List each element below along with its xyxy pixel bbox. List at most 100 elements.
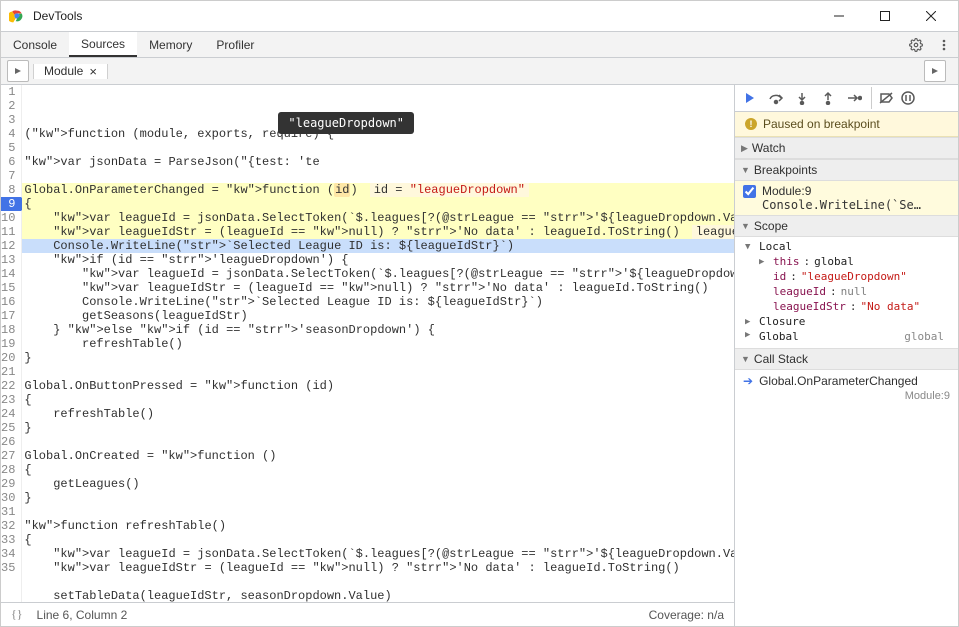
- line-number[interactable]: 19: [1, 337, 21, 351]
- line-number[interactable]: 22: [1, 379, 21, 393]
- line-number[interactable]: 21: [1, 365, 21, 379]
- line-number[interactable]: 3: [1, 113, 21, 127]
- tab-console[interactable]: Console: [1, 32, 69, 57]
- line-number[interactable]: 14: [1, 267, 21, 281]
- code-line[interactable]: "kw">var leagueIdStr = (leagueId == "kw"…: [22, 225, 734, 239]
- line-number[interactable]: 15: [1, 281, 21, 295]
- watch-section-header[interactable]: ▶ Watch: [735, 137, 958, 159]
- code-line[interactable]: [22, 505, 734, 519]
- code-line[interactable]: "kw">var jsonData = ParseJson("{test: 't…: [22, 155, 734, 169]
- code-line[interactable]: } "kw">else "kw">if (id == "strr">'seaso…: [22, 323, 734, 337]
- scope-global[interactable]: ▶Globalglobal: [741, 329, 952, 344]
- code-line[interactable]: "kw">if (id == "strr">'leagueDropdown') …: [22, 253, 734, 267]
- minimize-button[interactable]: [816, 1, 862, 31]
- code-line[interactable]: Console.WriteLine("str">`Selected League…: [22, 239, 734, 253]
- step-into-button[interactable]: [791, 87, 813, 109]
- code-line[interactable]: getLeagues(): [22, 477, 734, 491]
- step-button[interactable]: [843, 87, 865, 109]
- code-line[interactable]: "kw">var leagueId = jsonData.SelectToken…: [22, 267, 734, 281]
- line-number[interactable]: 5: [1, 141, 21, 155]
- tab-profiler[interactable]: Profiler: [204, 32, 266, 57]
- code-line[interactable]: "kw">function refreshTable(): [22, 519, 734, 533]
- code-line[interactable]: [22, 141, 734, 155]
- line-number[interactable]: 17: [1, 309, 21, 323]
- line-number[interactable]: 33: [1, 533, 21, 547]
- maximize-button[interactable]: [862, 1, 908, 31]
- pause-on-exceptions-button[interactable]: [897, 87, 919, 109]
- code-line[interactable]: }: [22, 351, 734, 365]
- line-number[interactable]: 12: [1, 239, 21, 253]
- code-line[interactable]: Console.WriteLine("str">`Selected League…: [22, 295, 734, 309]
- line-number[interactable]: 24: [1, 407, 21, 421]
- line-number[interactable]: 35: [1, 561, 21, 575]
- code-line[interactable]: [22, 365, 734, 379]
- code-line[interactable]: Global.OnButtonPressed = "kw">function (…: [22, 379, 734, 393]
- code-line[interactable]: {: [22, 463, 734, 477]
- run-snippet-button[interactable]: [924, 60, 946, 82]
- line-number[interactable]: 31: [1, 505, 21, 519]
- callstack-frame[interactable]: ➔Global.OnParameterChanged Module:9: [735, 370, 958, 406]
- line-number[interactable]: 7: [1, 169, 21, 183]
- more-icon[interactable]: [930, 32, 958, 57]
- step-over-button[interactable]: [765, 87, 787, 109]
- line-number[interactable]: 13: [1, 253, 21, 267]
- line-number[interactable]: 23: [1, 393, 21, 407]
- code-line[interactable]: "kw">var leagueId = jsonData.SelectToken…: [22, 547, 734, 561]
- line-number[interactable]: 8: [1, 183, 21, 197]
- line-number[interactable]: 28: [1, 463, 21, 477]
- breakpoints-section-header[interactable]: ▼ Breakpoints: [735, 159, 958, 181]
- line-number[interactable]: 29: [1, 477, 21, 491]
- tab-memory[interactable]: Memory: [137, 32, 204, 57]
- code-line[interactable]: }: [22, 421, 734, 435]
- line-number[interactable]: 26: [1, 435, 21, 449]
- line-number[interactable]: 11: [1, 225, 21, 239]
- line-number[interactable]: 34: [1, 547, 21, 561]
- line-number[interactable]: 6: [1, 155, 21, 169]
- line-number[interactable]: 18: [1, 323, 21, 337]
- breakpoint-checkbox[interactable]: [743, 185, 756, 198]
- scope-closure[interactable]: ▶Closure: [741, 314, 952, 329]
- pretty-print-icon[interactable]: {}: [11, 607, 23, 622]
- file-tab-module[interactable]: Module ×: [33, 64, 108, 79]
- code-line[interactable]: setTableData(leagueIdStr, seasonDropdown…: [22, 589, 734, 602]
- code-line[interactable]: {: [22, 393, 734, 407]
- step-out-button[interactable]: [817, 87, 839, 109]
- code-line[interactable]: Global.OnParameterChanged = "kw">functio…: [22, 183, 734, 197]
- line-number[interactable]: 20: [1, 351, 21, 365]
- code-line[interactable]: refreshTable(): [22, 337, 734, 351]
- code-line[interactable]: {: [22, 197, 734, 211]
- code-line[interactable]: }: [22, 491, 734, 505]
- close-tab-icon[interactable]: ×: [89, 64, 97, 79]
- code-line[interactable]: "kw">var leagueId = jsonData.SelectToken…: [22, 211, 734, 225]
- line-number[interactable]: 1: [1, 85, 21, 99]
- scope-section-header[interactable]: ▼ Scope: [735, 215, 958, 237]
- settings-icon[interactable]: [902, 32, 930, 57]
- code-line[interactable]: getSeasons(leagueIdStr): [22, 309, 734, 323]
- line-number[interactable]: 25: [1, 421, 21, 435]
- deactivate-breakpoints-button[interactable]: [871, 87, 893, 109]
- callstack-section-header[interactable]: ▼ Call Stack: [735, 348, 958, 370]
- scope-this[interactable]: ▶this: global: [741, 254, 952, 269]
- code-line[interactable]: [22, 435, 734, 449]
- code-line[interactable]: {: [22, 533, 734, 547]
- code-line[interactable]: [22, 169, 734, 183]
- code-line[interactable]: Global.OnCreated = "kw">function (): [22, 449, 734, 463]
- line-number[interactable]: 32: [1, 519, 21, 533]
- line-number[interactable]: 16: [1, 295, 21, 309]
- resume-button[interactable]: [739, 87, 761, 109]
- tab-sources[interactable]: Sources: [69, 32, 137, 57]
- breakpoint-item[interactable]: Module:9 Console.WriteLine(`Selecte…: [735, 181, 958, 215]
- code-line[interactable]: refreshTable(): [22, 407, 734, 421]
- close-button[interactable]: [908, 1, 954, 31]
- code-editor[interactable]: 1234567891011121314151617181920212223242…: [1, 85, 734, 602]
- code-line[interactable]: "kw">var leagueIdStr = (leagueId == "kw"…: [22, 561, 734, 575]
- line-number[interactable]: 2: [1, 99, 21, 113]
- code-line[interactable]: [22, 575, 734, 589]
- line-number[interactable]: 4: [1, 127, 21, 141]
- scope-local[interactable]: ▼Local: [741, 239, 952, 254]
- line-number[interactable]: 30: [1, 491, 21, 505]
- line-number[interactable]: 27: [1, 449, 21, 463]
- show-navigator-button[interactable]: [7, 60, 29, 82]
- line-number[interactable]: 9: [1, 197, 21, 211]
- code-line[interactable]: "kw">var leagueIdStr = (leagueId == "kw"…: [22, 281, 734, 295]
